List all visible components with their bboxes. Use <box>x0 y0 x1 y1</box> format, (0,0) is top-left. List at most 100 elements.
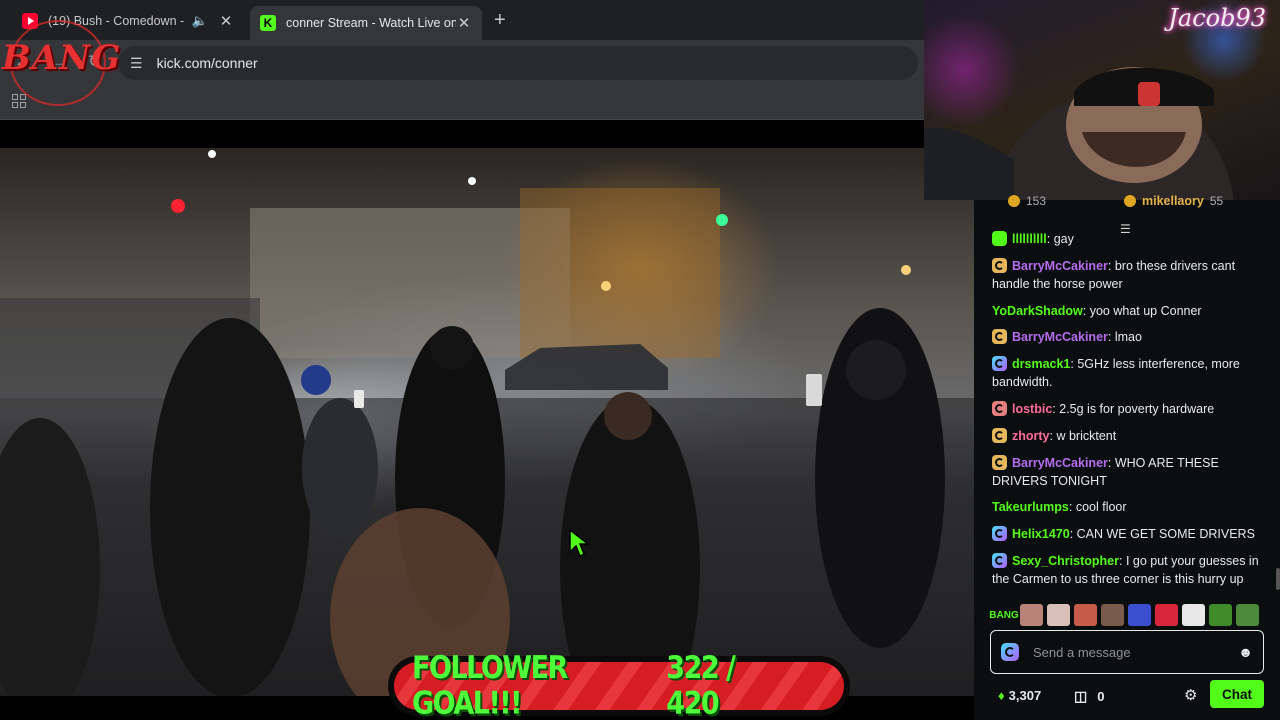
chat-message: BarryMcCakiner: WHO ARE THESE DRIVERS TO… <box>992 454 1268 490</box>
follower-goal-banner: FOLLOWER GOAL!!! 322 / 420 <box>388 650 850 720</box>
chat-separator: : <box>1082 303 1090 318</box>
chat-panel: 153 mikellaory 55 ☰ llllllllll: gay Barry… <box>974 194 1280 720</box>
chat-separator: : <box>1107 258 1115 273</box>
new-tab-icon[interactable]: + <box>494 9 506 32</box>
gear-icon[interactable]: ⚙ <box>1184 686 1197 704</box>
tab-title: conner Stream - Watch Live on <box>286 16 456 30</box>
user-badge-icon <box>992 552 1007 568</box>
kicks-balance[interactable]: ♦ 3,307 <box>998 688 1041 703</box>
bang-stamp-text: BANG <box>2 38 122 78</box>
browser-toolbar: ← → ↻ ☰ kick.com/conner <box>0 40 924 86</box>
kicks-count: 3,307 <box>1008 688 1042 703</box>
pinned-gifter: mikellaory 55 <box>1124 194 1223 208</box>
chat-separator: : <box>1068 500 1076 515</box>
emote-icon[interactable] <box>1101 604 1124 626</box>
building <box>520 188 720 358</box>
person <box>302 398 378 538</box>
close-icon[interactable]: ✕ <box>218 12 234 30</box>
user-badge-icon <box>992 427 1007 443</box>
url-text: kick.com/conner <box>156 55 258 71</box>
kick-icon: K <box>260 15 276 31</box>
chat-message: BarryMcCakiner: lmao <box>992 328 1268 346</box>
emote-icon[interactable] <box>1020 604 1043 626</box>
stream-video[interactable] <box>0 148 974 696</box>
chat-send-button[interactable]: Chat <box>1210 680 1264 708</box>
street-light <box>901 265 911 275</box>
user-badge-icon <box>992 257 1007 273</box>
bang-emote[interactable]: BANG <box>989 604 1018 626</box>
close-icon[interactable]: ✕ <box>456 14 472 32</box>
chat-username[interactable]: drsmack1 <box>1012 357 1070 371</box>
cap-logo <box>1138 82 1160 106</box>
chat-username[interactable]: llllllllll <box>1012 232 1047 246</box>
gift-counter[interactable]: ◫ 0 <box>1074 688 1104 705</box>
chat-username[interactable]: YoDarkShadow <box>992 304 1083 318</box>
coin-icon <box>1008 195 1020 207</box>
chat-message: YoDarkShadow: yoo what up Conner <box>992 302 1268 320</box>
chat-message: Takeurlumps: cool floor <box>992 498 1268 516</box>
gift-icon: ◫ <box>1074 688 1088 704</box>
chat-message: Sexy_Christopher: I go put your guesses … <box>992 552 1268 588</box>
speaker-icon[interactable]: 🔈 <box>192 13 208 29</box>
person <box>430 326 474 370</box>
follower-goal-count: 322 / 420 <box>666 650 736 720</box>
pinned-username[interactable]: mikellaory <box>1142 194 1204 208</box>
emote-icon[interactable] <box>1047 604 1070 626</box>
user-badge-icon <box>992 400 1007 416</box>
chat-text: lmao <box>1114 330 1142 345</box>
site-info-icon[interactable]: ☰ <box>130 55 143 72</box>
chat-separator: : <box>1118 553 1126 568</box>
user-badge-icon <box>992 356 1007 372</box>
emote-icon[interactable] <box>1209 604 1232 626</box>
chat-text: CAN WE GET SOME DRIVERS <box>1076 527 1255 542</box>
address-bar[interactable]: ☰ kick.com/conner <box>118 46 918 80</box>
tab-kick[interactable]: K conner Stream - Watch Live on ✕ <box>250 6 482 40</box>
emote-icon[interactable] <box>1236 604 1259 626</box>
person <box>301 365 331 395</box>
chat-text: yoo what up Conner <box>1089 303 1202 318</box>
user-badge-icon <box>992 526 1007 542</box>
player-top-bar <box>0 121 974 148</box>
user-badge-icon <box>992 231 1007 246</box>
user-badge-icon <box>992 454 1007 470</box>
phone <box>354 390 364 408</box>
follower-goal-label: FOLLOWER GOAL!!! <box>412 650 568 720</box>
chat-input-box[interactable]: ☻ <box>990 630 1264 674</box>
chat-username[interactable]: BarryMcCakiner <box>1012 259 1108 273</box>
emote-bar: BANG <box>989 604 1259 626</box>
street-scene <box>0 150 974 696</box>
user-badge-icon <box>1001 643 1019 661</box>
emote-icon[interactable] <box>1074 604 1097 626</box>
chat-text: gay <box>1053 232 1074 246</box>
bookmarks-bar <box>0 86 924 120</box>
emote-icon[interactable] <box>1182 604 1205 626</box>
person <box>604 392 652 440</box>
mouse-cursor-icon <box>569 528 590 558</box>
chat-messages: llllllllll: gay BarryMcCakiner: bro these… <box>992 230 1268 597</box>
emote-icon[interactable] <box>1155 604 1178 626</box>
street-light <box>601 281 611 291</box>
phone <box>806 374 822 406</box>
chat-username[interactable]: Helix1470 <box>1012 527 1070 541</box>
chat-message-input[interactable] <box>1033 644 1239 660</box>
gift-count: 0 <box>1097 689 1105 704</box>
pinned-gifters: 153 mikellaory 55 <box>974 194 1280 220</box>
chat-text: cool floor <box>1075 500 1127 515</box>
chat-separator: : <box>1107 330 1115 345</box>
chat-text: 2.5g is for poverty hardware <box>1059 401 1215 416</box>
chat-message: BarryMcCakiner: bro these drivers cant h… <box>992 257 1268 293</box>
chat-username[interactable]: Takeurlumps <box>992 500 1069 514</box>
chat-username[interactable]: Sexy_Christopher <box>1012 554 1119 568</box>
chat-username[interactable]: zhorty <box>1012 429 1050 443</box>
chat-message: Helix1470: CAN WE GET SOME DRIVERS <box>992 525 1268 543</box>
chat-message: lostbic: 2.5g is for poverty hardware <box>992 400 1268 418</box>
chat-username[interactable]: lostbic <box>1012 402 1052 416</box>
chat-username[interactable]: BarryMcCakiner <box>1012 330 1108 344</box>
street-light <box>208 150 216 158</box>
pinned-count: 153 <box>1026 194 1047 208</box>
chat-username[interactable]: BarryMcCakiner <box>1012 456 1108 470</box>
chat-message: drsmack1: 5GHz less interference, more b… <box>992 355 1268 391</box>
chat-scrollbar[interactable] <box>1276 568 1280 590</box>
emote-icon[interactable] <box>1128 604 1151 626</box>
emoji-icon[interactable]: ☻ <box>1238 644 1253 660</box>
